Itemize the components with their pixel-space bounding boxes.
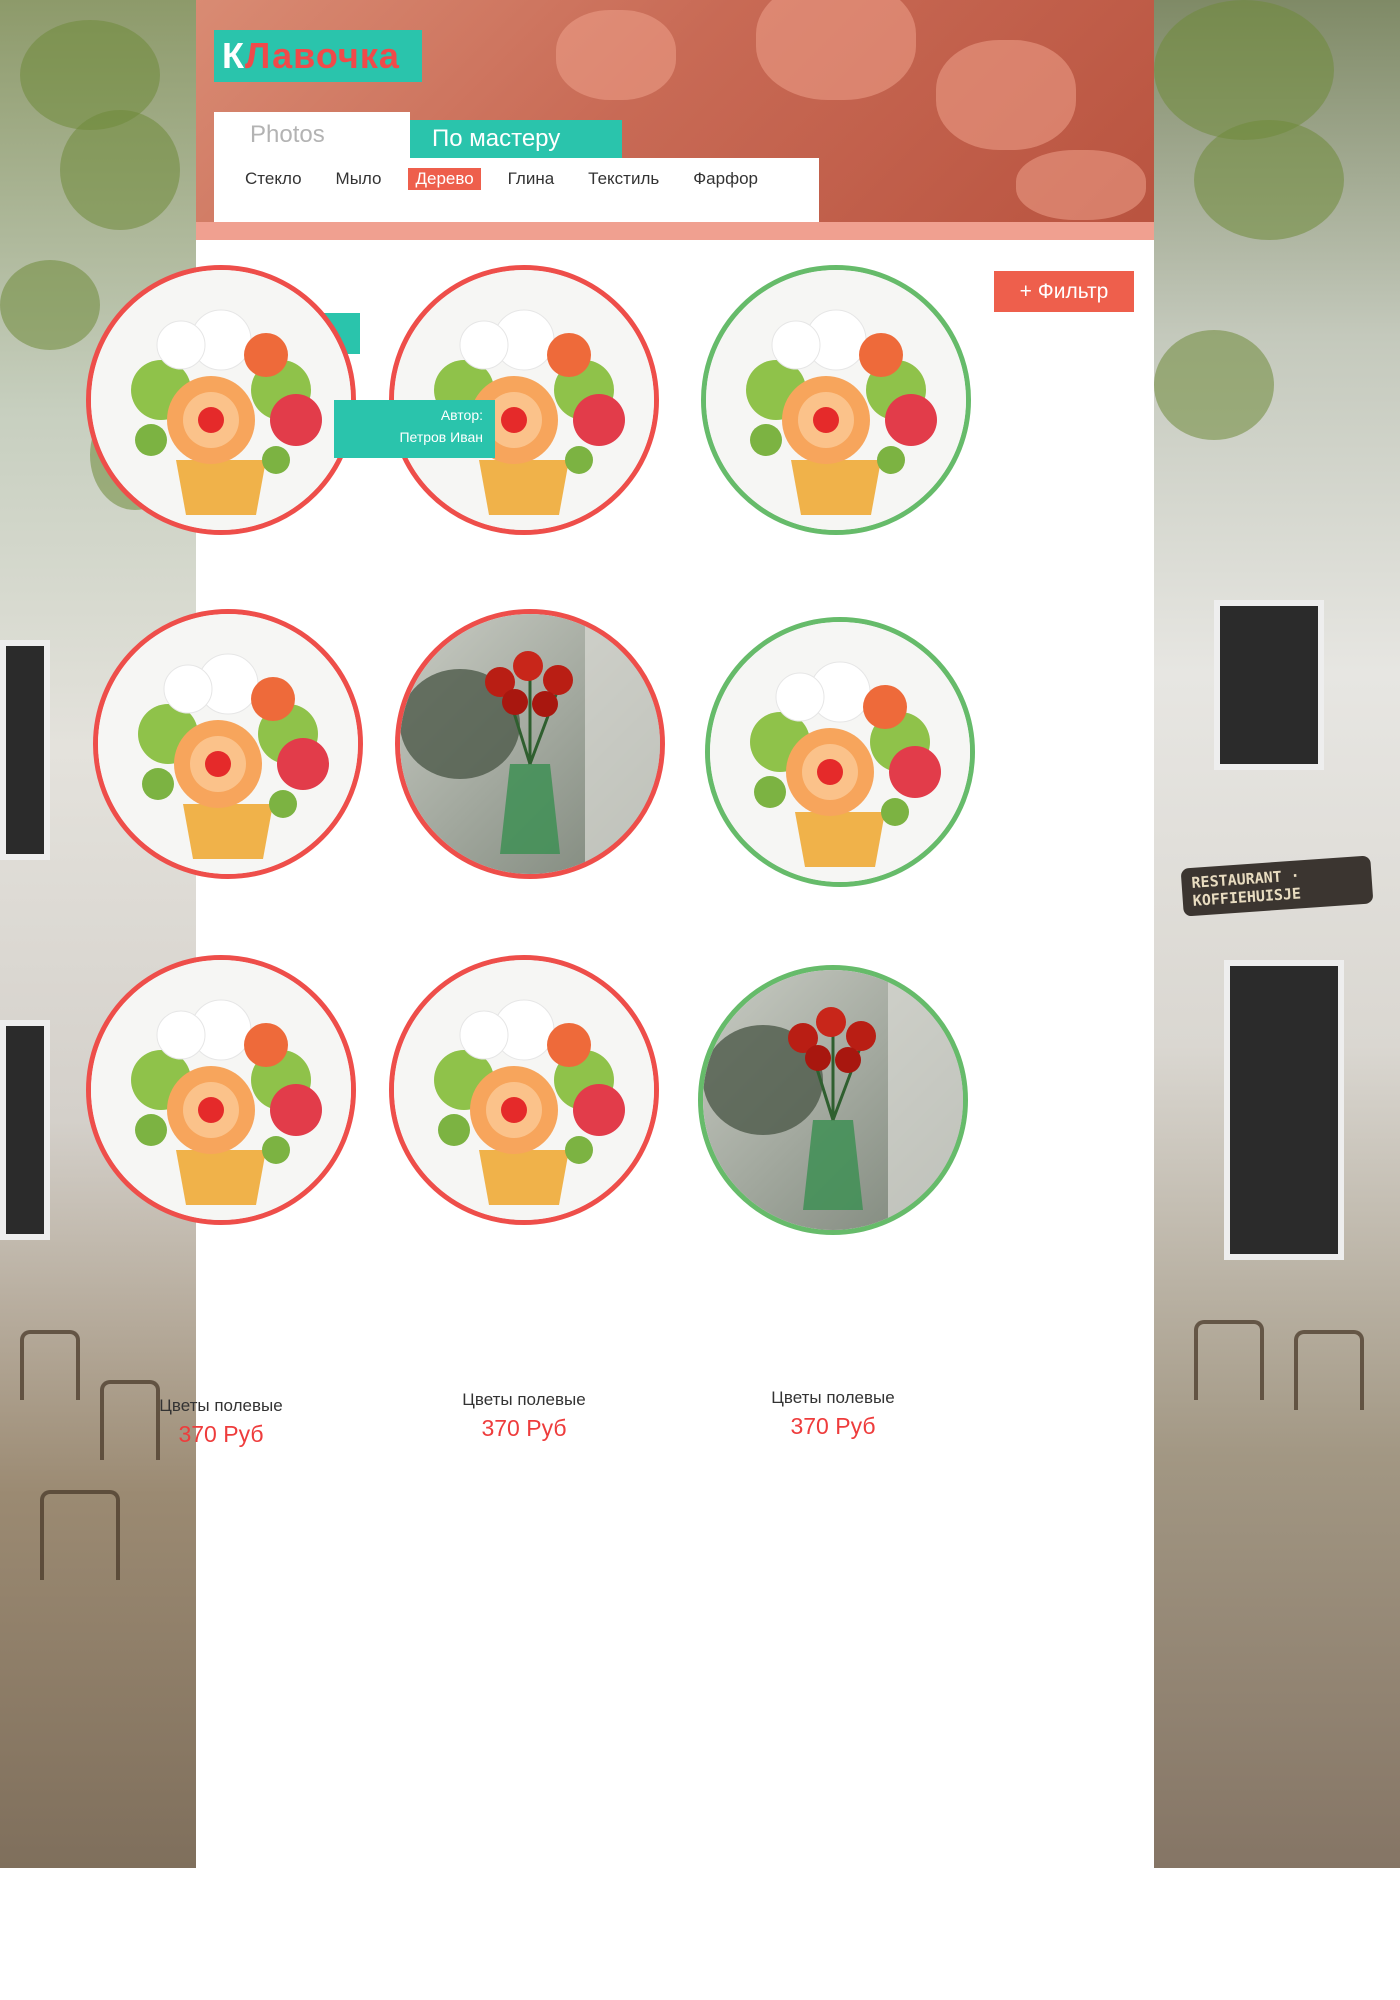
building-window [1214,600,1324,770]
category-porcelain[interactable]: Фарфор [686,168,765,190]
author-label: Автор: [440,407,483,423]
tab-by-master[interactable]: По мастеру [410,120,622,158]
product-image-card[interactable] [93,609,363,879]
product-image-card[interactable] [701,265,971,535]
category-soap[interactable]: Мыло [329,168,389,190]
restaurant-sign: RESTAURANT · KOFFIEHUISJE [1180,855,1374,917]
product-price: 370 Руб [481,1415,567,1441]
category-clay[interactable]: Глина [501,168,562,190]
author-badge[interactable]: Автор: Петров Иван [334,400,495,458]
cafe-chair [1294,1330,1364,1410]
logo-text: Лавочка [244,35,400,76]
product-price: 370 Руб [178,1421,264,1447]
header-light-spot [1016,150,1146,220]
product-image-card[interactable] [395,609,665,879]
building-door [1224,960,1344,1260]
flower-bouquet-image [91,960,351,1220]
author-name: Петров Иван [399,429,483,445]
cafe-chair [20,1330,80,1400]
site-logo[interactable]: КЛавочка [214,30,422,82]
product-image-card[interactable] [698,965,968,1235]
flower-bouquet-image [394,960,654,1220]
red-tulips-vase-image [703,970,963,1230]
category-glass[interactable]: Стекло [238,168,309,190]
building-window [0,640,50,860]
product-image-card[interactable] [86,265,356,535]
cafe-chair [100,1380,160,1460]
cafe-table [40,1490,120,1580]
tab-photos[interactable]: Photos [214,112,410,158]
product-price: 370 Руб [790,1413,876,1439]
tree-foliage [1194,120,1344,240]
header-banner: КЛавочка Photos По мастеру Стекло Мыло Дер… [196,0,1154,240]
logo-first-letter: К [222,35,245,76]
header-light-spot [556,10,676,100]
building-window [0,1020,50,1240]
flower-bouquet-image [98,614,358,874]
flower-bouquet-image [91,270,351,530]
filter-button[interactable]: + Фильтр [994,271,1134,312]
tree-foliage [60,110,180,230]
product-caption[interactable]: Цветы полевые [389,1390,659,1410]
background-right-panel: RESTAURANT · KOFFIEHUISJE [1154,0,1400,1868]
product-image-card[interactable] [389,955,659,1225]
product-image-card[interactable] [705,617,975,887]
red-tulips-vase-image [400,614,660,874]
flower-bouquet-image [710,622,970,882]
cafe-chair [1194,1320,1264,1400]
main-content: КЛавочка Photos По мастеру Стекло Мыло Дер… [196,0,1154,1868]
navigation-tabs: Photos По мастеру Стекло Мыло Дерево Глина Т… [214,112,819,222]
tree-foliage [1154,0,1334,140]
header-light-spot [936,40,1076,150]
product-image-card[interactable] [86,955,356,1225]
tree-foliage [1154,330,1274,440]
flower-bouquet-image [706,270,966,530]
category-wood[interactable]: Дерево [408,168,481,190]
header-bottom-strip [196,222,1154,240]
product-caption[interactable]: Цветы полевые [698,1388,968,1408]
category-textile[interactable]: Текстиль [581,168,666,190]
header-light-spot [756,0,916,100]
tree-foliage [0,260,100,350]
category-menu: Стекло Мыло Дерево Глина Текстиль Фарфор [214,158,819,222]
product-caption[interactable]: Цветы полевые [86,1396,356,1416]
